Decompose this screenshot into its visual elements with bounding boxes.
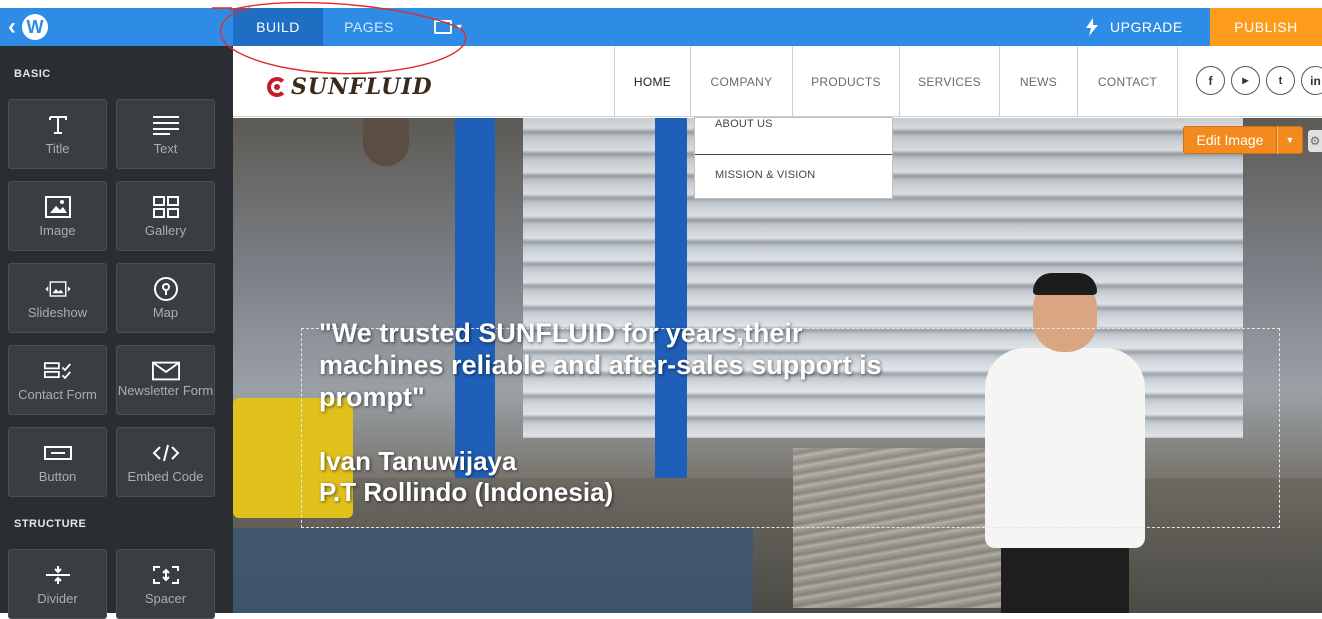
- element-label: Newsletter Form: [117, 383, 214, 398]
- map-pin-icon: [152, 276, 180, 302]
- social-links: f ▶ t in: [1196, 66, 1322, 95]
- element-text[interactable]: Text: [116, 99, 215, 169]
- lightning-icon: [1086, 18, 1098, 36]
- site-nav: HOME COMPANY PRODUCTS SERVICES NEWS CONT…: [614, 46, 1178, 117]
- nav-news[interactable]: NEWS: [999, 46, 1077, 117]
- author-name: Ivan Tanuwijaya: [319, 446, 517, 476]
- dropdown-about-us[interactable]: ABOUT US: [695, 118, 892, 154]
- nav-products[interactable]: PRODUCTS: [792, 46, 899, 117]
- caret-down-icon: ▼: [454, 22, 465, 32]
- element-image[interactable]: Image: [8, 181, 107, 251]
- element-label: Divider: [37, 591, 78, 606]
- element-label: Contact Form: [18, 387, 97, 402]
- person-hair: [1033, 273, 1097, 295]
- code-icon: [152, 440, 180, 466]
- divider-icon: [44, 562, 72, 588]
- site-logo[interactable]: SUNFLUID: [267, 74, 433, 100]
- envelope-icon: [151, 358, 180, 384]
- back-button[interactable]: ‹ W: [0, 8, 233, 46]
- contact-form-icon: [43, 358, 72, 384]
- element-label: Slideshow: [27, 305, 88, 320]
- company-dropdown: ABOUT US MISSION & VISION: [694, 117, 893, 199]
- site-canvas[interactable]: SUNFLUID HOME COMPANY PRODUCTS SERVICES …: [233, 46, 1322, 613]
- testimonial-author[interactable]: Ivan Tanuwijaya P.T Rollindo (Indonesia): [319, 446, 613, 508]
- section-label-basic: BASIC: [14, 68, 51, 80]
- sunfluid-logo-icon: [267, 77, 287, 97]
- element-slideshow[interactable]: Slideshow: [8, 263, 107, 333]
- text-icon: [152, 112, 180, 138]
- element-gallery[interactable]: Gallery: [116, 181, 215, 251]
- nav-company[interactable]: COMPANY: [690, 46, 792, 117]
- gear-icon[interactable]: ⚙: [1308, 130, 1322, 152]
- element-button[interactable]: Button: [8, 427, 107, 497]
- person-legs: [1001, 548, 1129, 613]
- element-contact-form[interactable]: Contact Form: [8, 345, 107, 415]
- slideshow-icon: [44, 276, 72, 302]
- element-label: Map: [152, 305, 179, 320]
- device-toggle[interactable]: ▼: [425, 8, 473, 46]
- chevron-down-icon[interactable]: ▼: [1277, 126, 1303, 154]
- element-label: Title: [45, 141, 70, 156]
- youtube-icon[interactable]: ▶: [1231, 66, 1260, 95]
- linkedin-icon[interactable]: in: [1301, 66, 1322, 95]
- nav-contact[interactable]: CONTACT: [1077, 46, 1178, 117]
- gallery-icon: [152, 194, 180, 220]
- element-label: Image: [39, 223, 76, 238]
- button-icon: [43, 440, 72, 466]
- element-title[interactable]: Title: [8, 99, 107, 169]
- element-label: Button: [38, 469, 77, 484]
- element-spacer[interactable]: Spacer: [116, 549, 215, 619]
- blue-tarp: [233, 528, 753, 613]
- chevron-left-icon: ‹: [8, 13, 16, 40]
- tab-build[interactable]: BUILD: [233, 8, 323, 46]
- element-map[interactable]: Map: [116, 263, 215, 333]
- ceiling-lamp: [363, 118, 409, 166]
- elements-sidebar: BASIC Title Text Image Gallery Slideshow: [0, 46, 233, 619]
- publish-button[interactable]: PUBLISH: [1210, 8, 1322, 46]
- top-edge: [0, 0, 1322, 8]
- edit-image-control: Edit Image ▼: [1183, 126, 1303, 154]
- editor-topbar: ‹ W BUILD PAGES ▼ UPGRADE PUBLISH: [0, 0, 1322, 46]
- title-icon: [44, 112, 72, 138]
- element-embed-code[interactable]: Embed Code: [116, 427, 215, 497]
- element-newsletter-form[interactable]: Newsletter Form: [116, 345, 215, 415]
- twitter-icon[interactable]: t: [1266, 66, 1295, 95]
- testimonial-quote[interactable]: "We trusted SUNFLUID for years,their mac…: [319, 317, 899, 413]
- facebook-icon[interactable]: f: [1196, 66, 1225, 95]
- dropdown-mission-vision[interactable]: MISSION & VISION: [695, 154, 892, 194]
- element-divider[interactable]: Divider: [8, 549, 107, 619]
- site-logo-text: SUNFLUID: [291, 74, 433, 100]
- section-label-structure: STRUCTURE: [14, 518, 87, 530]
- element-label: Text: [153, 141, 178, 156]
- element-label: Embed Code: [127, 469, 204, 484]
- site-header: SUNFLUID HOME COMPANY PRODUCTS SERVICES …: [233, 46, 1322, 117]
- tab-pages[interactable]: PAGES: [323, 8, 415, 46]
- spacer-icon: [152, 562, 180, 588]
- weebly-logo-icon: W: [22, 14, 48, 40]
- element-label: Gallery: [144, 223, 187, 238]
- element-label: Spacer: [144, 591, 187, 606]
- upgrade-label: UPGRADE: [1110, 19, 1183, 35]
- image-icon: [44, 194, 72, 220]
- edit-image-button[interactable]: Edit Image: [1183, 126, 1277, 154]
- author-company: P.T Rollindo (Indonesia): [319, 477, 614, 507]
- upgrade-button[interactable]: UPGRADE: [1084, 8, 1183, 46]
- desktop-icon: [433, 20, 452, 34]
- nav-services[interactable]: SERVICES: [899, 46, 999, 117]
- nav-home[interactable]: HOME: [614, 46, 690, 117]
